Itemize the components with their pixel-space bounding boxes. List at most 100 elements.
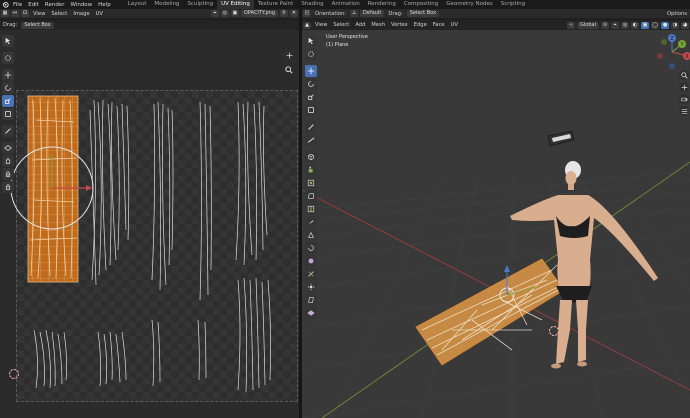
vp-smooth-tool-icon[interactable] [305,255,317,267]
3d-viewport-canvas[interactable]: X Z Y [302,30,690,418]
tab-uv-editing[interactable]: UV Editing [217,0,254,9]
wireframe-shading-icon[interactable]: ◯ [651,21,659,29]
proportional-edit-icon[interactable]: ◎ [220,10,229,17]
transform-tool-icon[interactable] [2,108,14,120]
hair-plane-mesh[interactable] [415,258,565,366]
tab-rendering[interactable]: Rendering [364,0,400,9]
menu-render[interactable]: Render [42,2,68,8]
perspective-toggle-icon[interactable] [679,106,689,116]
image-browse-icon[interactable]: ▣ [230,10,239,17]
annotate-tool-icon[interactable] [2,125,14,137]
close-image-icon[interactable]: ✕ [290,10,298,17]
vp-menu-edge[interactable]: Edge [411,22,430,28]
viewport-pan-icon[interactable] [679,82,689,92]
material-shading-icon[interactable]: ◑ [671,21,679,29]
vp-menu-vertex[interactable]: Vertex [388,22,411,28]
tab-modeling[interactable]: Modeling [150,0,183,9]
pinch-tool-icon[interactable] [2,181,14,193]
solid-shading-icon[interactable]: ● [661,21,669,29]
scale-tool-icon[interactable] [2,95,14,107]
menu-edit[interactable]: Edit [25,2,42,8]
uv-menu-uv[interactable]: UV [93,11,106,17]
uv-2d-cursor-icon[interactable] [9,369,19,379]
uv-menu-image[interactable]: Image [70,11,92,17]
camera-view-icon[interactable] [679,94,689,104]
vp-menu-mesh[interactable]: Mesh [368,22,388,28]
xray-icon[interactable]: ▣ [641,21,649,29]
tab-sculpting[interactable]: Sculpting [183,0,217,9]
vp-annotate-tool-icon[interactable] [305,121,317,133]
vp-menu-uv[interactable]: UV [448,22,461,28]
viewport-zoom-icon[interactable] [679,70,689,80]
orientation-icon[interactable]: ⟂ [350,10,359,17]
uv-island[interactable] [27,95,79,283]
edit-mode-icon[interactable]: ▲ [303,21,311,29]
uv-zoom-icon[interactable] [284,65,294,75]
viewport-drag-mode-dropdown[interactable]: Select Box [406,10,439,17]
move-tool-icon[interactable] [2,69,14,81]
vp-edge-slide-tool-icon[interactable] [305,268,317,280]
snap-toggle-icon[interactable]: ⌖ [611,21,619,29]
menu-help[interactable]: Help [95,2,114,8]
vp-select-tool-icon[interactable] [305,35,317,47]
vp-menu-add[interactable]: Add [352,22,368,28]
uv-menu-view[interactable]: View [30,11,48,17]
tab-texture-paint[interactable]: Texture Paint [254,0,298,9]
vp-cursor-tool-icon[interactable] [305,48,317,60]
vp-menu-select[interactable]: Select [330,22,352,28]
transform-orientation-dropdown[interactable]: Global [577,21,599,29]
uv-editor-canvas[interactable] [0,30,299,418]
vp-rotate-tool-icon[interactable] [305,78,317,90]
relax-tool-icon[interactable] [2,168,14,180]
vp-shear-tool-icon[interactable] [305,294,317,306]
options-menu[interactable]: Options [664,11,690,17]
sticky-select-icon[interactable]: ⊡ [21,10,29,17]
image-name-field[interactable]: OPACITY.png [240,10,278,17]
vp-poly-build-tool-icon[interactable] [305,229,317,241]
overlay-icon[interactable]: ◐ [631,21,639,29]
vp-loop-cut-tool-icon[interactable] [305,203,317,215]
tab-shading[interactable]: Shading [297,0,327,9]
tab-scripting[interactable]: Scripting [497,0,529,9]
orientation-dropdown[interactable]: Default [360,10,385,17]
menu-file[interactable]: File [10,2,25,8]
uv-menu-select[interactable]: Select [48,11,70,17]
transform-orientation-icon[interactable]: ⊹ [567,21,576,29]
tab-compositing[interactable]: Compositing [400,0,442,9]
vp-extrude-tool-icon[interactable] [305,164,317,176]
rendered-shading-icon[interactable]: ◕ [681,21,689,29]
vp-menu-face[interactable]: Face [430,22,448,28]
tab-geometry-nodes[interactable]: Geometry Nodes [442,0,496,9]
vp-move-tool-icon[interactable] [305,65,317,77]
cursor-tool-icon[interactable] [2,52,14,64]
tab-layout[interactable]: Layout [124,0,151,9]
viewport-editor-type-icon[interactable]: ◰ [303,10,311,17]
rotate-tool-icon[interactable] [2,82,14,94]
uv-pan-icon[interactable] [284,50,294,60]
tab-animation[interactable]: Animation [328,0,364,9]
vp-inset-tool-icon[interactable] [305,177,317,189]
vp-transform-tool-icon[interactable] [305,104,317,116]
navigation-gizmo[interactable]: X Z Y [657,34,690,69]
snap-icon[interactable]: ⌖ [210,10,219,17]
uv-select-mode-icon[interactable]: ↔ [11,10,19,17]
vp-add-cube-tool-icon[interactable] [305,151,317,163]
vp-spin-tool-icon[interactable] [305,242,317,254]
vp-scale-tool-icon[interactable] [305,91,317,103]
select-box-tool-icon[interactable] [2,35,14,47]
editor-type-icon[interactable]: ▦ [1,10,9,17]
pin-icon[interactable]: ⚲ [280,10,288,17]
camera-object[interactable] [547,130,575,147]
menu-window[interactable]: Window [67,2,95,8]
vp-rip-tool-icon[interactable] [305,307,317,319]
drag-mode-dropdown[interactable]: Select Box [21,21,54,29]
vp-knife-tool-icon[interactable] [305,216,317,228]
rip-tool-icon[interactable] [2,142,14,154]
vp-shrink-tool-icon[interactable] [305,281,317,293]
vp-bevel-tool-icon[interactable] [305,190,317,202]
vp-measure-tool-icon[interactable] [305,134,317,146]
proportional-icon[interactable]: ◎ [621,21,629,29]
blender-logo-icon[interactable] [0,0,10,9]
grab-tool-icon[interactable] [2,155,14,167]
pivot-icon[interactable]: ⊙ [601,21,609,29]
